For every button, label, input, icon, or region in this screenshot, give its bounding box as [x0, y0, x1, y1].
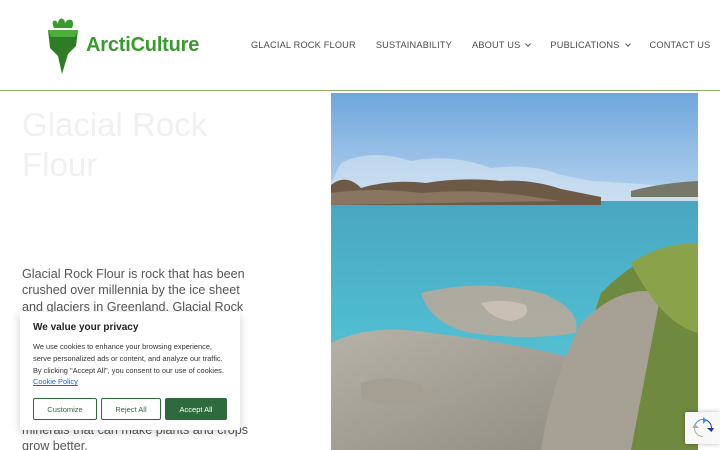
nav-glacial-rock-flour[interactable]: GLACIAL ROCK FLOUR	[251, 40, 356, 50]
nav-contact-us[interactable]: CONTACT US	[650, 40, 711, 50]
nav-sustainability[interactable]: SUSTAINABILITY	[376, 40, 452, 50]
intro-paragraph: Glacial Rock Flour is rock that has been…	[22, 267, 245, 314]
site-header: ArctiCulture GLACIAL ROCK FLOUR SUSTAINA…	[0, 0, 720, 91]
nav-label: ABOUT US	[472, 40, 521, 50]
chevron-down-icon	[624, 40, 631, 47]
chevron-down-icon	[525, 40, 532, 47]
cookie-consent-banner: We value your privacy We use cookies to …	[20, 312, 240, 430]
cookie-body: We use cookies to enhance your browsing …	[33, 342, 224, 375]
nav-label: SUSTAINABILITY	[375, 40, 453, 50]
cookie-text: We use cookies to enhance your browsing …	[33, 341, 227, 388]
cookie-policy-link[interactable]: Cookie Policy	[33, 377, 78, 386]
glacial-lake-photo	[331, 93, 698, 450]
reject-all-button[interactable]: Reject All	[101, 398, 161, 420]
page-title: Glacial Rock Flour	[22, 106, 208, 183]
nav-about-us[interactable]: ABOUT US	[472, 40, 532, 50]
brand-name: ArctiCulture	[86, 33, 200, 56]
nav-label: GLACIAL ROCK FLOUR	[251, 40, 356, 50]
leaf-iceberg-icon	[48, 18, 78, 74]
nav-label: CONTACT US	[649, 40, 711, 50]
customize-button[interactable]: Customize	[33, 398, 97, 420]
cookie-title: We value your privacy	[33, 322, 139, 333]
accept-all-button[interactable]: Accept All	[165, 398, 227, 420]
cookie-buttons: Customize Reject All Accept All	[33, 398, 227, 420]
recaptcha-badge[interactable]	[685, 412, 720, 444]
main-nav: GLACIAL ROCK FLOUR SUSTAINABILITY ABOUT …	[251, 40, 710, 50]
nav-label: PUBLICATIONS	[550, 40, 620, 50]
nav-publications[interactable]: PUBLICATIONS	[550, 40, 631, 50]
recaptcha-icon	[691, 417, 714, 437]
logo[interactable]: ArctiCulture	[46, 16, 199, 74]
